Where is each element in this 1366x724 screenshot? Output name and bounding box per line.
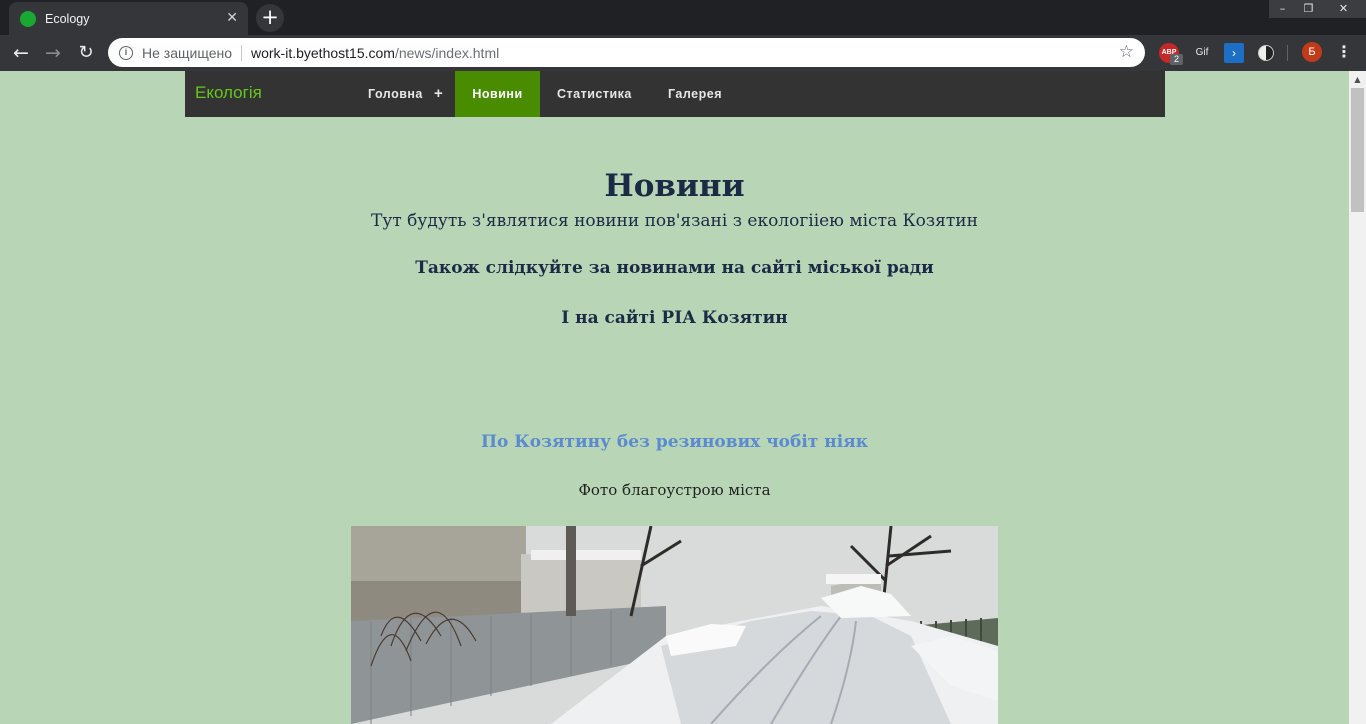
- toolbar-separator: [1287, 45, 1288, 61]
- site-info-icon[interactable]: i: [119, 45, 133, 60]
- nav-item-news[interactable]: Новини: [455, 71, 540, 117]
- city-council-link[interactable]: Також слідкуйте за новинами на сайті міс…: [0, 258, 1349, 278]
- browser-tab[interactable]: Ecology ✕: [9, 2, 248, 35]
- browser-toolbar: ← → ↻ i Не защищено work-it.byethost15.c…: [0, 35, 1366, 71]
- window-minimize-button[interactable]: –: [1269, 0, 1296, 18]
- browser-menu-icon[interactable]: ⋮: [1336, 41, 1352, 63]
- article-caption: Фото благоустрою міста: [578, 481, 771, 499]
- nav-item-home[interactable]: Головна: [368, 71, 423, 117]
- page-scrollbar[interactable]: ▲: [1349, 71, 1366, 724]
- window-maximize-button[interactable]: ❐: [1296, 0, 1321, 18]
- address-separator: [241, 44, 242, 61]
- forward-button[interactable]: →: [41, 41, 65, 65]
- scroll-up-arrow-icon[interactable]: ▲: [1349, 71, 1366, 88]
- back-button[interactable]: ←: [9, 41, 33, 65]
- url-path[interactable]: /news/index.html: [395, 45, 499, 61]
- gif-extension-icon[interactable]: Gif: [1191, 43, 1213, 63]
- site-navbar: Екологія Головна + Новини Статистика Гал…: [185, 71, 1165, 117]
- site-brand-link[interactable]: Екологія: [195, 83, 262, 103]
- page-subtitle: Тут будуть з'являтися новини пов'язані з…: [371, 211, 978, 231]
- new-tab-button[interactable]: +: [256, 4, 284, 32]
- address-bar[interactable]: i Не защищено work-it.byethost15.com /ne…: [108, 38, 1145, 67]
- security-status[interactable]: Не защищено: [142, 45, 232, 61]
- snowy-street-photo-image: [351, 526, 998, 724]
- nav-item-statistics[interactable]: Статистика: [557, 71, 632, 117]
- adblock-count-badge: 2: [1170, 54, 1183, 65]
- article-title-link[interactable]: По Козятину без резинових чобіт ніяк: [0, 432, 1349, 452]
- close-tab-icon[interactable]: ✕: [226, 10, 238, 26]
- powershell-extension-icon[interactable]: ›: [1224, 43, 1244, 63]
- home-submenu-plus-icon[interactable]: +: [434, 71, 443, 117]
- reload-button[interactable]: ↻: [74, 41, 98, 65]
- bookmark-star-icon[interactable]: ☆: [1119, 42, 1134, 62]
- url-host[interactable]: work-it.byethost15.com: [251, 45, 395, 61]
- contrast-extension-icon[interactable]: [1256, 43, 1276, 63]
- browser-tabstrip: Ecology ✕ + – ❐ ✕: [0, 0, 1366, 35]
- article-photo: [351, 526, 998, 724]
- page-title: Новини: [604, 168, 745, 204]
- site-favicon-icon: [20, 10, 36, 27]
- ria-kozyatyn-link[interactable]: І на сайті РІА Козятин: [0, 308, 1349, 328]
- nav-item-gallery[interactable]: Галерея: [668, 71, 722, 117]
- tab-title: Ecology: [45, 11, 90, 26]
- profile-avatar[interactable]: Б: [1302, 42, 1322, 62]
- scrollbar-thumb[interactable]: [1351, 88, 1364, 212]
- window-close-button[interactable]: ✕: [1321, 0, 1366, 18]
